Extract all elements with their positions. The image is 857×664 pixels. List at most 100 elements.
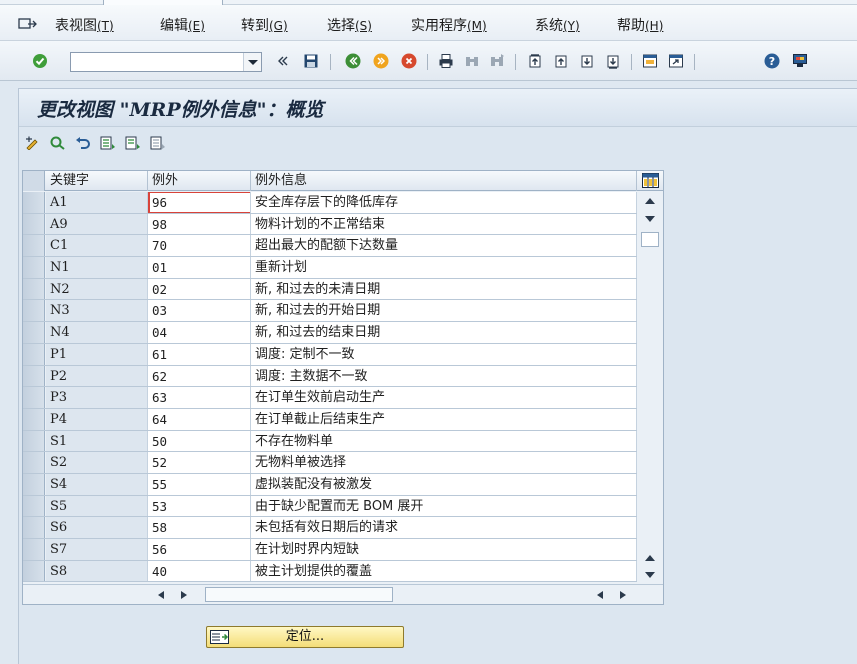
scroll-down-icon[interactable] <box>645 216 655 222</box>
exception-cell[interactable]: 40 <box>148 560 251 582</box>
table-row[interactable]: S7 56 在计划时界内短缺 <box>23 539 637 561</box>
exception-cell[interactable]: 61 <box>148 343 251 365</box>
exception-cell[interactable]: 02 <box>148 278 251 300</box>
table-row[interactable]: S5 53 由于缺少配置而无 BOM 展开 <box>23 495 637 518</box>
scroll-left-end-icon[interactable] <box>597 591 603 599</box>
row-selector[interactable] <box>23 322 45 343</box>
customize-layout-icon[interactable] <box>792 53 808 69</box>
menu-help[interactable]: 帮助(H) <box>617 15 663 35</box>
row-selector[interactable] <box>23 517 45 538</box>
table-row[interactable]: S4 55 虚拟装配没有被激发 <box>23 473 637 496</box>
table-row[interactable]: A9 98 物料计划的不正常结束 <box>23 213 637 236</box>
scroll-right-end-icon[interactable] <box>620 591 626 599</box>
menu-system[interactable]: 系统(Y) <box>535 15 580 35</box>
exception-cell[interactable]: 03 <box>148 300 251 322</box>
row-selector[interactable] <box>23 300 45 322</box>
row-selector[interactable] <box>23 192 45 213</box>
table-row[interactable]: S6 58 未包括有效日期后的请求 <box>23 517 637 539</box>
row-selector[interactable] <box>23 430 45 452</box>
row-selector[interactable] <box>23 278 45 300</box>
last-page-icon[interactable] <box>605 53 621 69</box>
print-icon[interactable] <box>438 53 454 69</box>
select-all-icon[interactable] <box>100 136 116 150</box>
menu-edit[interactable]: 编辑(E) <box>160 15 205 35</box>
exit-icon[interactable] <box>373 53 389 69</box>
exception-cell[interactable]: 56 <box>148 539 251 560</box>
row-selector[interactable] <box>23 473 45 495</box>
display-change-icon[interactable] <box>25 136 41 150</box>
exception-cell[interactable]: 53 <box>148 495 251 517</box>
table-row[interactable]: N3 03 新, 和过去的开始日期 <box>23 300 637 323</box>
table-row[interactable]: A1 96 安全库存层下的降低库存 <box>23 192 637 214</box>
table-row[interactable]: C1 70 超出最大的配额下达数量 <box>23 235 637 258</box>
row-selector[interactable] <box>23 343 45 365</box>
scroll-up-icon[interactable] <box>645 198 655 204</box>
row-selector[interactable] <box>23 213 45 235</box>
vertical-scroll-thumb[interactable] <box>641 232 659 247</box>
position-button[interactable]: 定位... <box>206 626 404 648</box>
exception-cell[interactable]: 04 <box>148 322 251 343</box>
menu-goto[interactable]: 转到(G) <box>241 15 288 35</box>
column-header-exception-info[interactable]: 例外信息 <box>251 171 637 191</box>
deselect-all-icon[interactable] <box>150 136 166 150</box>
menu-utilities[interactable]: 实用程序(M) <box>411 15 487 35</box>
scroll-right-icon[interactable] <box>181 591 187 599</box>
table-row[interactable]: S8 40 被主计划提供的覆盖 <box>23 560 637 583</box>
row-selector[interactable] <box>23 452 45 473</box>
exception-cell[interactable]: 52 <box>148 452 251 473</box>
new-entries-icon[interactable] <box>50 136 66 150</box>
scroll-left-icon[interactable] <box>158 591 164 599</box>
help-icon[interactable]: ? <box>764 53 780 69</box>
back-icon[interactable] <box>345 53 361 69</box>
table-row[interactable]: S1 50 不存在物料单 <box>23 430 637 453</box>
exception-cell[interactable]: 64 <box>148 408 251 430</box>
table-row[interactable]: S2 52 无物料单被选择 <box>23 452 637 474</box>
exception-cell[interactable]: 58 <box>148 517 251 538</box>
table-row[interactable]: P4 64 在订单截止后结束生产 <box>23 408 637 431</box>
menu-open-icon[interactable] <box>18 17 38 31</box>
find-icon[interactable] <box>464 53 480 69</box>
horizontal-scroll-thumb[interactable] <box>205 587 393 602</box>
command-dropdown-icon[interactable] <box>243 53 261 71</box>
exception-cell[interactable]: 98 <box>148 213 251 235</box>
enter-check-icon[interactable] <box>32 53 48 69</box>
select-block-icon[interactable] <box>125 136 141 150</box>
exception-cell[interactable]: 63 <box>148 387 251 408</box>
table-row[interactable]: P2 62 调度: 主数据不一致 <box>23 365 637 388</box>
row-selector[interactable] <box>23 365 45 387</box>
row-selector[interactable] <box>23 257 45 278</box>
cancel-icon[interactable] <box>401 53 417 69</box>
row-selector[interactable] <box>23 495 45 517</box>
shortcut-icon[interactable] <box>668 53 684 69</box>
next-page-icon[interactable] <box>579 53 595 69</box>
command-field[interactable] <box>70 52 262 72</box>
vertical-scrollbar[interactable] <box>637 192 663 584</box>
save-icon[interactable] <box>303 53 319 69</box>
horizontal-scrollbar[interactable] <box>23 584 663 604</box>
table-row[interactable]: N2 02 新, 和过去的未清日期 <box>23 278 637 301</box>
table-settings-icon[interactable] <box>642 173 659 188</box>
select-all-cell[interactable] <box>23 171 45 191</box>
exception-cell[interactable]: 55 <box>148 473 251 495</box>
table-row[interactable]: P1 61 调度: 定制不一致 <box>23 343 637 366</box>
exception-cell[interactable]: 50 <box>148 430 251 452</box>
row-selector[interactable] <box>23 560 45 582</box>
find-next-icon[interactable] <box>489 53 505 69</box>
previous-page-icon[interactable] <box>553 53 569 69</box>
new-session-icon[interactable] <box>642 53 658 69</box>
table-row[interactable]: N1 01 重新计划 <box>23 257 637 279</box>
menu-table-view[interactable]: 表视图(T) <box>55 15 114 35</box>
exception-cell[interactable]: 62 <box>148 365 251 387</box>
row-selector[interactable] <box>23 539 45 560</box>
exception-cell[interactable]: 96 <box>148 192 251 213</box>
exception-cell[interactable]: 01 <box>148 257 251 278</box>
menu-selection[interactable]: 选择(S) <box>327 15 372 35</box>
double-chevron-left-icon[interactable] <box>275 53 291 69</box>
row-selector[interactable] <box>23 387 45 408</box>
row-selector[interactable] <box>23 235 45 257</box>
scroll-down-bottom-icon[interactable] <box>645 572 655 578</box>
scroll-up-bottom-icon[interactable] <box>645 555 655 561</box>
row-selector[interactable] <box>23 408 45 430</box>
table-row[interactable]: P3 63 在订单生效前启动生产 <box>23 387 637 409</box>
undo-icon[interactable] <box>75 136 91 150</box>
